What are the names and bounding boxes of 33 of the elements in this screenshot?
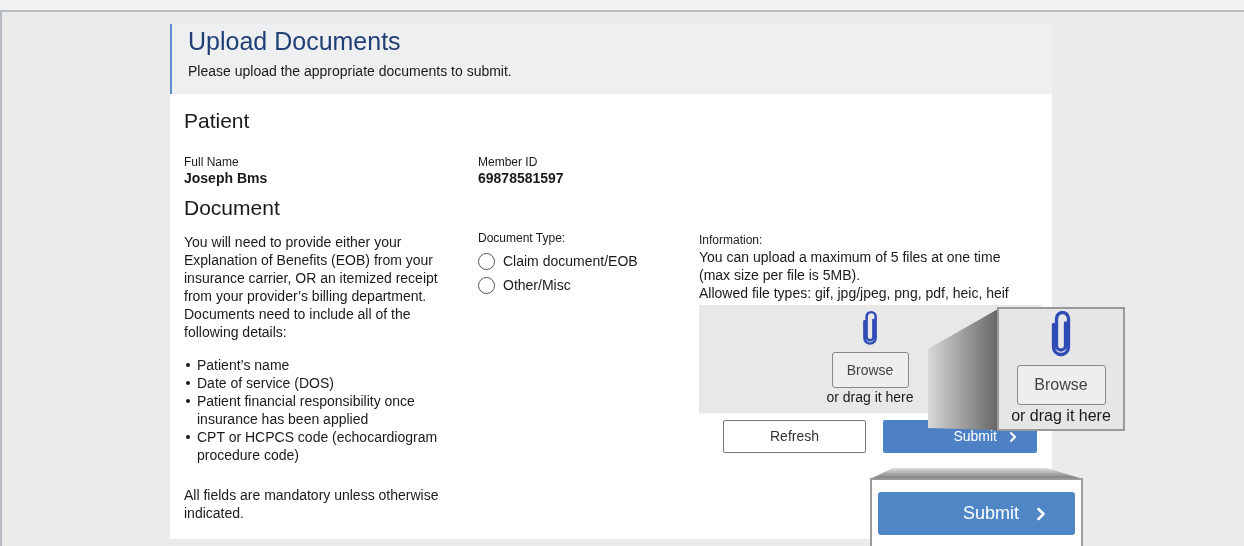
requirement-text: Patient’s name — [197, 356, 290, 374]
instructions-text: You will need to provide either your Explanation of Benefits (EOB) from your insurance carrier, OR an itemized receipt from your provider’s billing department. Documents need to include all of the following details: — [184, 233, 439, 341]
radio-button[interactable] — [478, 276, 495, 294]
info-text: (max size per file is 5MB). — [699, 266, 862, 284]
section-heading: Document — [184, 195, 281, 221]
browse-button[interactable]: Browse — [831, 352, 909, 388]
info-text: You can upload a maximum of 5 files at one time — [699, 248, 1002, 266]
field-label: Full Name — [184, 155, 240, 170]
field-value: Joseph Bms — [184, 170, 269, 187]
browse-button[interactable]: Browse — [1016, 365, 1106, 405]
radio-option[interactable]: Other/Misc — [478, 276, 699, 294]
section-heading: Patient — [184, 108, 251, 134]
radio-option[interactable]: Claim document/EOB — [478, 252, 699, 270]
mandatory-note: All fields are mandatory unless otherwise indicated. — [184, 486, 440, 522]
requirement-text: Patient financial responsibility once insurance has been applied — [197, 392, 416, 428]
field-label: Member ID — [478, 155, 539, 170]
refresh-button[interactable]: Refresh — [723, 420, 866, 453]
submit-button[interactable]: Submit — [878, 492, 1075, 535]
bullet-icon — [186, 435, 190, 439]
bullet-icon — [186, 399, 190, 403]
page-subtitle: Please upload the appropriate documents to submit. — [188, 62, 513, 80]
drag-hint: or drag it here — [826, 388, 914, 406]
requirement-text: Date of service (DOS) — [197, 374, 334, 392]
bullet-icon — [186, 381, 190, 385]
requirement-text: CPT or HCPCS code (echocardiogram procedure code) — [197, 428, 439, 464]
info-text: Allowed file types: gif, jpg/jpeg, png, pdf, heic, heif — [699, 284, 1010, 302]
field-value: 69878581597 — [478, 170, 565, 187]
page-title: Upload Documents — [188, 26, 402, 56]
paperclip-icon — [1049, 311, 1073, 359]
field-label: Information: — [699, 233, 764, 248]
bullet-icon — [186, 363, 190, 367]
field-label: Document Type: — [478, 231, 567, 246]
radio-button[interactable] — [478, 252, 495, 270]
